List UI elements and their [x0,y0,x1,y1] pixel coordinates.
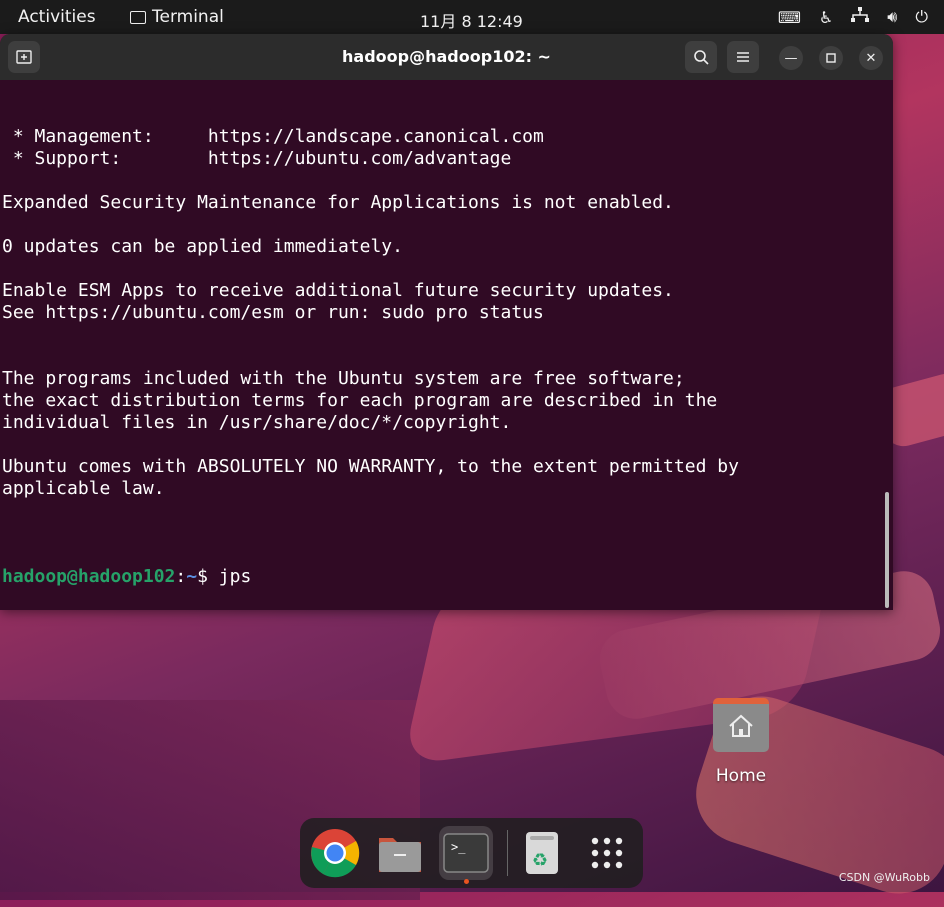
svg-text:>_: >_ [451,840,466,854]
dock-trash[interactable]: ♻ [515,826,569,880]
terminal-icon: >_ [443,833,489,873]
system-tray[interactable]: ⌨ ♿ 🔊︎ ⏻ [778,7,928,27]
desktop-home-folder[interactable]: Home [710,698,772,786]
folder-icon [713,698,769,752]
volume-icon[interactable]: 🔊︎ [887,7,897,27]
network-icon[interactable] [851,7,870,27]
keyboard-icon[interactable]: ⌨ [778,8,801,27]
title-bar[interactable]: hadoop@hadoop102: ~ — ✕ [0,34,893,80]
terminal-content[interactable]: * Management: https://landscape.canonica… [2,82,882,610]
app-grid-icon [591,837,623,869]
watermark: CSDN @WuRobb [838,871,930,884]
trash-icon: ♻ [526,832,558,874]
dock-files[interactable] [373,826,427,880]
terminal-line: individual files in /usr/share/doc/*/cop… [2,412,512,433]
scrollbar[interactable] [885,492,889,608]
terminal-line: * Support: https://ubuntu.com/advantage [2,148,512,169]
dock-separator [507,830,508,876]
terminal-output: * Management: https://landscape.canonica… [2,126,882,522]
running-indicator [464,879,469,884]
clock[interactable]: 11月 8 12:49 [420,8,523,32]
chrome-icon [311,829,360,878]
svg-text:♻: ♻ [532,850,548,871]
dock: >_ ♻ [300,818,643,888]
terminal-window[interactable]: hadoop@hadoop102: ~ — ✕ * Management: ht… [0,34,893,610]
terminal-line: The programs included with the Ubuntu sy… [2,368,685,389]
menu-button[interactable] [727,41,759,73]
terminal-line: * Management: https://landscape.canonica… [2,126,544,147]
search-button[interactable] [685,41,717,73]
window-title: hadoop@hadoop102: ~ [342,47,551,66]
terminal-line: Ubuntu comes with ABSOLUTELY NO WARRANTY… [2,456,739,477]
minimize-button[interactable]: — [779,46,803,70]
home-label: Home [715,766,767,786]
app-menu[interactable]: Terminal [130,7,224,27]
home-icon [729,714,753,737]
maximize-button[interactable] [819,46,843,70]
terminal-line: 0 updates can be applied immediately. [2,236,403,257]
terminal-line: the exact distribution terms for each pr… [2,390,718,411]
command-text: jps [218,566,252,587]
accessibility-icon[interactable]: ♿ [819,8,833,27]
terminal-line: applicable law. [2,478,165,499]
terminal-icon [130,10,146,24]
activities-button[interactable]: Activities [18,7,96,27]
terminal-line: See https://ubuntu.com/esm or run: sudo … [2,302,544,323]
power-icon[interactable]: ⏻ [915,7,928,27]
terminal-line: Enable ESM Apps to receive additional fu… [2,280,674,301]
search-icon [694,50,709,65]
dock-terminal[interactable]: >_ [439,826,493,884]
files-icon [379,838,421,872]
hamburger-icon [737,52,749,62]
command-line: hadoop@hadoop102:~$ jps [2,566,252,587]
close-button[interactable]: ✕ [859,46,883,70]
top-bar: Activities Terminal 11月 8 12:49 ⌨ ♿ 🔊︎ ⏻ [0,0,944,34]
terminal-line: Expanded Security Maintenance for Applic… [2,192,674,213]
app-name: Terminal [152,7,224,27]
dock-chrome[interactable] [308,826,362,880]
dock-app-grid[interactable] [580,826,634,880]
